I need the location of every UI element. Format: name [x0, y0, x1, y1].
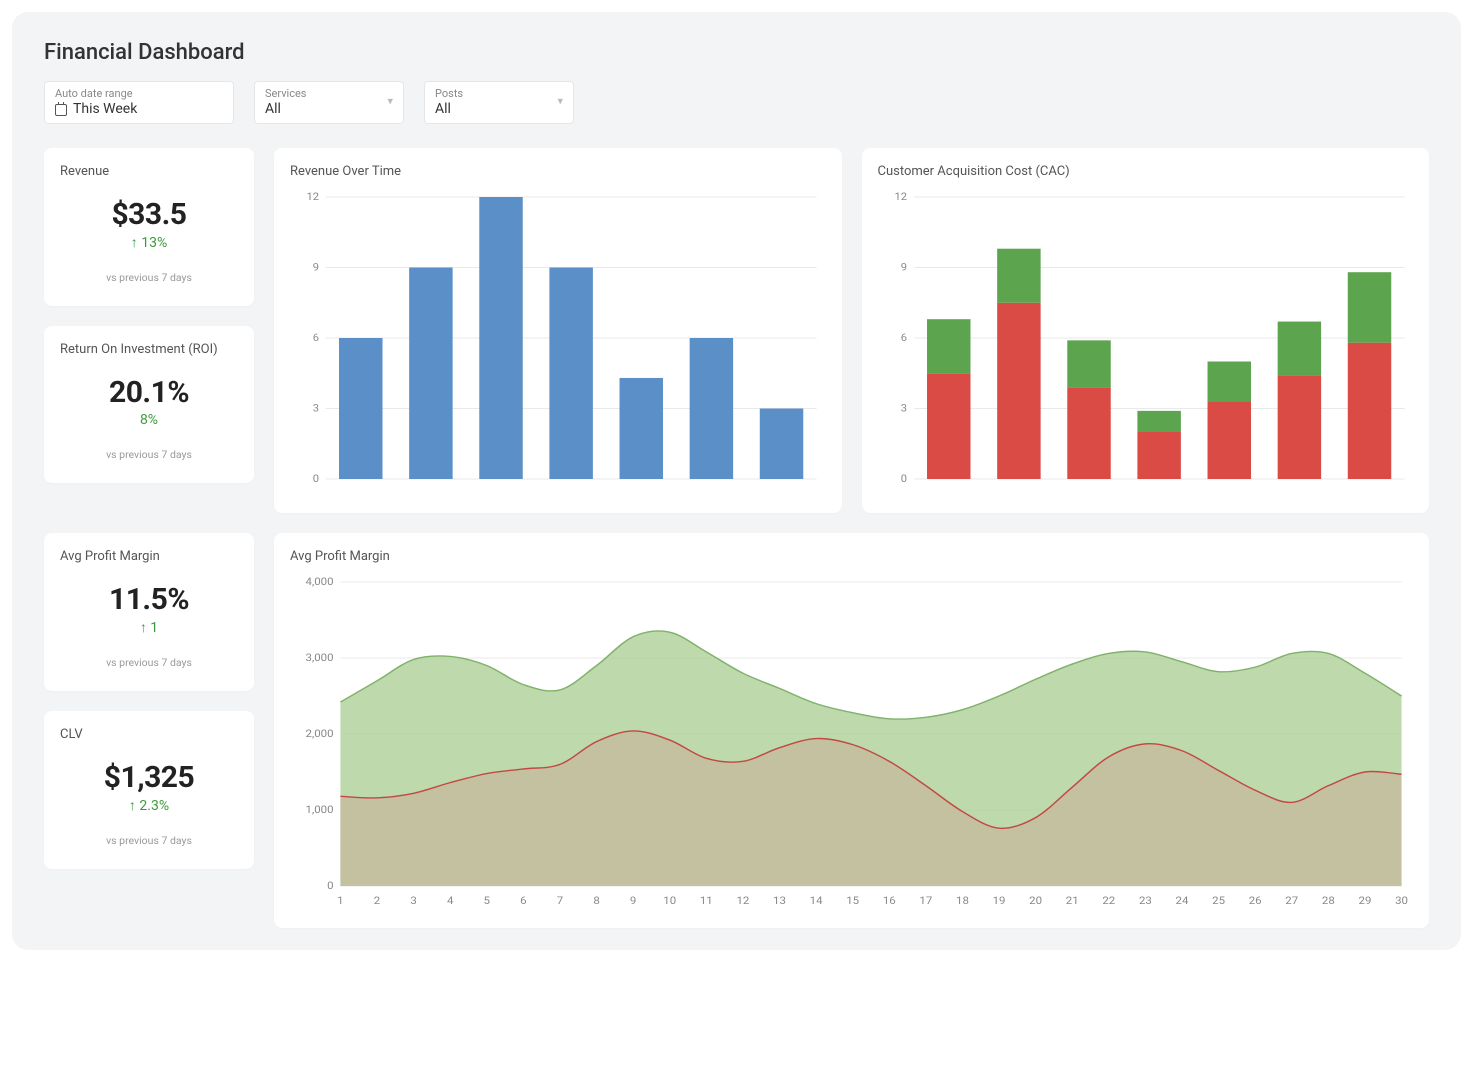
- svg-text:12: 12: [306, 190, 319, 202]
- svg-text:27: 27: [1285, 894, 1298, 906]
- calendar-icon: [55, 104, 67, 116]
- svg-text:0: 0: [327, 879, 333, 891]
- kpi-title: CLV: [60, 727, 238, 742]
- filters-row: Auto date range This Week Services All ▾…: [44, 81, 1429, 124]
- svg-text:4: 4: [447, 894, 453, 906]
- kpi-delta: ↑ 2.3%: [60, 797, 238, 814]
- kpi-compare: vs previous 7 days: [60, 834, 238, 847]
- kpi-value: 11.5%: [60, 582, 238, 617]
- svg-text:12: 12: [894, 190, 907, 202]
- svg-text:20: 20: [1029, 894, 1042, 906]
- svg-text:15: 15: [846, 894, 859, 906]
- svg-text:26: 26: [1249, 894, 1262, 906]
- kpi-delta: 8%: [60, 412, 238, 428]
- kpi-title: Revenue: [60, 164, 238, 179]
- chart-canvas: 0 3 6 9 12: [878, 187, 1414, 497]
- kpi-margin: Avg Profit Margin 11.5% ↑ 1 vs previous …: [44, 533, 254, 691]
- svg-text:14: 14: [810, 894, 823, 906]
- svg-text:16: 16: [883, 894, 896, 906]
- svg-text:19: 19: [993, 894, 1006, 906]
- page-title: Financial Dashboard: [44, 40, 1429, 65]
- posts-label: Posts: [435, 88, 563, 101]
- kpi-title: Return On Investment (ROI): [60, 342, 238, 357]
- chart-title: Avg Profit Margin: [290, 549, 1413, 564]
- svg-text:29: 29: [1359, 894, 1372, 906]
- posts-value: All: [435, 101, 451, 117]
- svg-text:1: 1: [337, 894, 343, 906]
- svg-text:6: 6: [313, 331, 319, 343]
- svg-text:9: 9: [313, 261, 319, 273]
- svg-text:22: 22: [1102, 894, 1115, 906]
- svg-text:23: 23: [1139, 894, 1152, 906]
- date-range-filter[interactable]: Auto date range This Week: [44, 81, 234, 124]
- services-value: All: [265, 101, 281, 117]
- dashboard-grid: Revenue $33.5 ↑ 13% vs previous 7 days R…: [44, 148, 1429, 928]
- chart-canvas: 0 3 6 9 12: [290, 187, 826, 497]
- services-filter[interactable]: Services All ▾: [254, 81, 404, 124]
- svg-text:2,000: 2,000: [306, 727, 334, 739]
- svg-text:8: 8: [593, 894, 599, 906]
- svg-text:30: 30: [1395, 894, 1408, 906]
- svg-text:18: 18: [956, 894, 969, 906]
- svg-text:3: 3: [313, 402, 319, 414]
- svg-text:9: 9: [900, 261, 906, 273]
- kpi-column-top: Revenue $33.5 ↑ 13% vs previous 7 days R…: [44, 148, 254, 513]
- svg-text:11: 11: [700, 894, 713, 906]
- chevron-down-icon: ▾: [387, 96, 393, 109]
- kpi-compare: vs previous 7 days: [60, 448, 238, 461]
- svg-text:9: 9: [630, 894, 636, 906]
- kpi-delta: ↑ 13%: [60, 234, 238, 251]
- svg-text:3: 3: [410, 894, 416, 906]
- kpi-value: 20.1%: [60, 375, 238, 410]
- kpi-column-bottom: Avg Profit Margin 11.5% ↑ 1 vs previous …: [44, 533, 254, 928]
- kpi-value: $1,325: [60, 760, 238, 795]
- posts-filter[interactable]: Posts All ▾: [424, 81, 574, 124]
- svg-text:17: 17: [919, 894, 932, 906]
- svg-text:21: 21: [1066, 894, 1079, 906]
- svg-text:6: 6: [520, 894, 526, 906]
- svg-text:12: 12: [736, 894, 749, 906]
- chart-title: Revenue Over Time: [290, 164, 826, 179]
- chart-cac: Customer Acquisition Cost (CAC) 0 3 6 9 12: [862, 148, 1430, 513]
- svg-text:13: 13: [773, 894, 786, 906]
- svg-text:3,000: 3,000: [306, 651, 334, 663]
- svg-text:24: 24: [1176, 894, 1189, 906]
- dashboard: Financial Dashboard Auto date range This…: [12, 12, 1461, 950]
- svg-text:1,000: 1,000: [306, 803, 334, 815]
- kpi-title: Avg Profit Margin: [60, 549, 238, 564]
- kpi-revenue: Revenue $33.5 ↑ 13% vs previous 7 days: [44, 148, 254, 306]
- svg-text:4,000: 4,000: [306, 575, 334, 587]
- date-range-label: Auto date range: [55, 88, 223, 101]
- chart-canvas: 01,0002,0003,0004,0001234567891011121314…: [290, 572, 1413, 912]
- kpi-delta: ↑ 1: [60, 619, 238, 636]
- date-range-value: This Week: [73, 101, 137, 117]
- svg-text:6: 6: [900, 331, 906, 343]
- svg-text:0: 0: [900, 472, 906, 484]
- chevron-down-icon: ▾: [557, 96, 563, 109]
- chart-title: Customer Acquisition Cost (CAC): [878, 164, 1414, 179]
- chart-avg-profit-margin: Avg Profit Margin 0 1,000 2,000 3,000 4,000 1…: [274, 533, 1429, 928]
- services-label: Services: [265, 88, 393, 101]
- svg-text:2: 2: [374, 894, 380, 906]
- kpi-clv: CLV $1,325 ↑ 2.3% vs previous 7 days: [44, 711, 254, 869]
- svg-text:7: 7: [557, 894, 563, 906]
- svg-text:28: 28: [1322, 894, 1335, 906]
- kpi-value: $33.5: [60, 197, 238, 232]
- svg-text:5: 5: [484, 894, 490, 906]
- svg-text:0: 0: [313, 472, 319, 484]
- svg-text:10: 10: [663, 894, 676, 906]
- kpi-roi: Return On Investment (ROI) 20.1% 8% vs p…: [44, 326, 254, 483]
- svg-text:25: 25: [1212, 894, 1225, 906]
- kpi-compare: vs previous 7 days: [60, 271, 238, 284]
- svg-text:3: 3: [900, 402, 906, 414]
- chart-revenue-over-time: Revenue Over Time 0 3 6 9 12: [274, 148, 842, 513]
- kpi-compare: vs previous 7 days: [60, 656, 238, 669]
